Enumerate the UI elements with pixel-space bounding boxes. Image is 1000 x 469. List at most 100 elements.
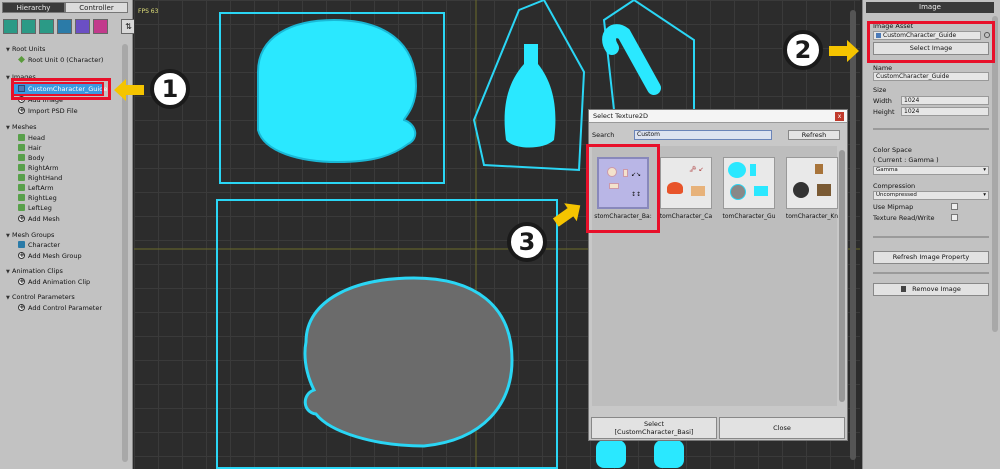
mesh-icon [18, 164, 25, 171]
chevron-down-icon: ▾ [983, 167, 986, 173]
compression-dropdown[interactable]: Uncompressed ▾ [873, 191, 989, 200]
select-label: Select [643, 420, 665, 428]
arrow-icon [829, 40, 859, 62]
mesh-icon [18, 134, 25, 141]
tab-controller[interactable]: Controller [65, 2, 128, 13]
mesh-tool-icon[interactable] [39, 19, 54, 34]
texture-preview [723, 157, 775, 209]
divider [873, 272, 989, 274]
tab-image[interactable]: Image [866, 2, 994, 13]
left-tabs: Hierarchy Controller [2, 2, 128, 13]
remove-image-button[interactable]: Remove Image [873, 283, 989, 296]
add-icon [18, 250, 25, 260]
arrow-icon [114, 79, 144, 101]
add-mesh-button[interactable]: Add Mesh [18, 213, 60, 224]
compression-label: Compression [873, 182, 916, 190]
refresh-button[interactable]: Refresh [788, 130, 840, 140]
arm-mesh-frame [602, 0, 695, 111]
mesh-item-body[interactable]: Body [18, 153, 44, 163]
add-control-parameter-button[interactable]: Add Control Parameter [18, 302, 102, 313]
mesh-icon [18, 194, 25, 201]
inspector-panel: Image Image Asset CustomCharacter_Guide … [862, 0, 1000, 469]
mesh-item-hair[interactable]: Hair [18, 143, 41, 153]
mesh-item-leftarm[interactable]: LeftArm [18, 183, 54, 193]
hierarchy-toolbar: ⇅ [3, 19, 136, 37]
mesh-group-item-character[interactable]: Character [18, 240, 60, 250]
select-tool-icon[interactable] [3, 19, 18, 34]
section-control-parameters[interactable]: ▼ Control Parameters [6, 292, 75, 302]
mesh-icon [18, 184, 25, 191]
animation-tool-icon[interactable] [75, 19, 90, 34]
mesh-item-leftleg[interactable]: LeftLeg [18, 203, 52, 213]
left-scrollbar[interactable] [122, 44, 128, 462]
viewport-scrollbar[interactable] [850, 10, 856, 460]
root-unit-item[interactable]: Root Unit 0 (Character) [18, 55, 103, 65]
chevron-down-icon: ▾ [983, 192, 986, 198]
leg-shape [654, 440, 684, 468]
root-unit-icon [18, 56, 25, 63]
dialog-scrollbar[interactable] [839, 150, 845, 402]
close-label: Close [773, 424, 791, 432]
import-psd-button[interactable]: Import PSD File [18, 105, 78, 116]
select-target-label: [CustomCharacter_Basi] [614, 428, 694, 436]
texture-preview [786, 157, 838, 209]
mesh-item-righthand[interactable]: RightHand [18, 173, 62, 183]
mesh-icon [18, 144, 25, 151]
section-animation-clips[interactable]: ▼ Animation Clips [6, 266, 63, 276]
mesh-item-head[interactable]: Head [18, 133, 45, 143]
height-label: Height [873, 108, 895, 116]
arm-shape [602, 24, 661, 95]
use-mipmap-checkbox[interactable] [951, 203, 958, 210]
head-shape [257, 18, 418, 164]
texture-thumb-ca[interactable]: 🗝 ↙ tomCharacter_Ca [656, 157, 716, 222]
dialog-title: Select Texture2D [589, 110, 847, 123]
color-space-value: Gamma [876, 167, 898, 173]
width-label: Width [873, 97, 892, 105]
texture-caption: tomCharacter_Kn [785, 213, 839, 220]
parameter-tool-icon[interactable] [93, 19, 108, 34]
name-field[interactable]: CustomCharacter_Guide [873, 72, 989, 81]
search-label: Search [592, 131, 615, 139]
inspector-scrollbar[interactable] [992, 16, 998, 332]
mesh-icon [18, 204, 25, 211]
mesh-item-rightarm[interactable]: RightArm [18, 163, 58, 173]
color-space-dropdown[interactable]: Gamma ▾ [873, 166, 989, 175]
texture-thumb-kn[interactable]: tomCharacter_Kn [782, 157, 842, 222]
width-field[interactable]: 1024 [901, 96, 989, 105]
texture-preview: 🗝 ↙ [660, 157, 712, 209]
search-input[interactable]: Custom [634, 130, 772, 140]
close-icon[interactable]: x [835, 112, 844, 121]
add-icon [18, 213, 25, 223]
trash-icon [901, 286, 907, 292]
height-field[interactable]: 1024 [901, 107, 989, 116]
select-texture-button[interactable]: Select [CustomCharacter_Basi] [591, 417, 717, 439]
dialog-close-button[interactable]: Close [719, 417, 845, 439]
name-label: Name [873, 64, 893, 72]
section-meshes[interactable]: ▼ Meshes [6, 122, 37, 132]
refresh-image-property-button[interactable]: Refresh Image Property [873, 251, 989, 264]
use-mipmap-label: Use Mipmap [873, 203, 914, 211]
color-space-label: Color Space [873, 146, 912, 154]
image-tool-icon[interactable] [21, 19, 36, 34]
add-icon [18, 302, 25, 312]
hair-shape [303, 276, 514, 448]
texture-thumb-guide[interactable]: tomCharacter_Gu [719, 157, 779, 222]
add-animation-clip-button[interactable]: Add Animation Clip [18, 276, 90, 287]
mesh-icon [18, 174, 25, 181]
texture-rw-label: Texture Read/Write [873, 214, 935, 222]
highlight-box-1 [11, 78, 111, 100]
section-root-units[interactable]: ▼ Root Units [6, 44, 45, 54]
group-tool-icon[interactable] [57, 19, 72, 34]
mesh-item-rightleg[interactable]: RightLeg [18, 193, 57, 203]
compression-value: Uncompressed [876, 192, 917, 198]
add-mesh-group-button[interactable]: Add Mesh Group [18, 250, 82, 261]
divider [873, 236, 989, 238]
section-mesh-groups[interactable]: ▼ Mesh Groups [6, 230, 54, 240]
texture-rw-checkbox[interactable] [951, 214, 958, 221]
add-icon [18, 276, 25, 286]
hierarchy-panel: Hierarchy Controller ⇅ ▼ Root Units Root … [0, 0, 136, 469]
body-shape [504, 44, 556, 148]
mesh-icon [18, 154, 25, 161]
tab-hierarchy[interactable]: Hierarchy [2, 2, 65, 13]
highlight-box-3 [586, 144, 660, 233]
